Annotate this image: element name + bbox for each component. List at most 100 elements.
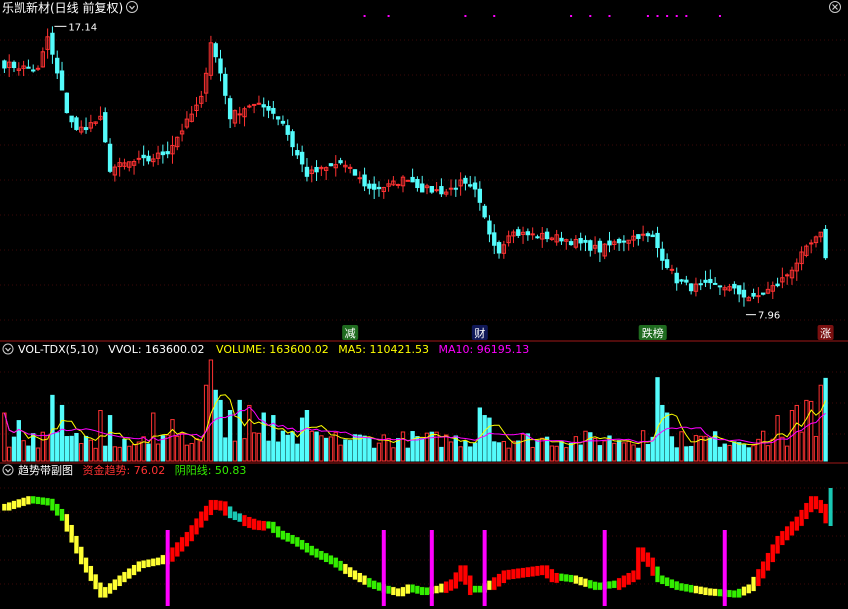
candle-down [107,143,113,172]
trend-bar [385,585,392,595]
trend-bar [261,520,267,531]
trend-bar [698,586,704,595]
volume-bar-up [391,447,396,462]
trend-bar [760,561,766,579]
volume-bar-down [31,433,36,462]
trend-bar [59,508,65,522]
volume-bar-up [179,432,185,462]
volume-bar-up [232,440,238,462]
volume-bar-up [40,431,46,462]
trend-bar [395,587,401,597]
candle-down [213,43,218,58]
trend-bar [93,573,99,590]
trend-bar [126,568,132,580]
volume-bar-down [708,437,713,462]
candle-up [136,157,142,160]
top-marker [608,15,611,17]
trend-bar [73,535,80,554]
candle-down [760,292,766,295]
chevron-down-icon[interactable] [126,1,138,13]
volume-bar-up [612,442,617,462]
candle-down [304,166,310,177]
trend-bar [654,566,661,583]
price-header: 乐凯新材(日线 前复权) [2,0,841,15]
volume-bar-down [227,410,233,462]
volume-bar-down [588,432,593,462]
trend-bar [736,588,742,598]
volume-bar-down [295,443,300,462]
chevron-down-icon[interactable] [2,464,14,476]
top-marker [666,15,669,17]
candle-down [712,282,718,285]
candle-down [487,220,492,235]
volume-bar-up [760,430,766,462]
chevron-down-icon[interactable] [2,343,14,355]
volume-bar-up [194,438,199,462]
top-marker [570,15,573,17]
trend-bars [1,495,829,598]
trend-bar [534,565,541,577]
trend-bar [160,554,166,565]
volume-bar-up [501,440,507,462]
volume-bar-up [784,445,790,462]
trend-bar [145,559,152,568]
volume-bar-down [285,434,290,462]
candle-down [290,131,295,148]
candle-down [367,183,372,189]
volume-bar-up [21,440,26,462]
trend-bar [323,552,329,563]
volume-bar-down [146,443,151,462]
trend-bar [434,585,440,594]
candle-down [645,233,651,237]
volume-bar-down [746,447,751,462]
volume-bar-up [199,440,204,462]
volume-bar-up [338,444,343,462]
candle-down [55,57,60,74]
trend-bar [342,563,348,575]
trend-bar [683,583,689,592]
candle-down [299,151,305,165]
trend-bar [770,544,776,563]
volume-bar-up [203,384,209,462]
trend-bar [688,584,694,593]
top-markers [363,15,721,17]
volume-bar-up [679,431,684,462]
trend-bar [30,495,36,504]
trend-header: 趋势带副图 资金趋势: 76.02 阴阳线: 50.83 [2,463,246,477]
top-marker [718,15,721,17]
price-panel: 减 财 跌榜 涨 17.14 7.96 [2,15,834,340]
trend-bar [486,580,493,591]
volume-bar-up [693,435,699,462]
candle-down [410,176,415,183]
volume-bar-up [165,434,170,462]
volume-bar-down [271,415,276,462]
event-label: 减 [345,327,356,340]
trend-bar [405,584,411,595]
volume-bar-up [520,433,526,462]
trend-bar [808,495,814,513]
trend-bar [294,536,300,548]
candle-up [784,274,790,277]
trend-bar [693,585,699,594]
volume-bar-down [516,440,521,462]
volume-bar-down [59,404,65,462]
trend-panel [1,488,833,606]
trend-bar [822,503,829,524]
trend-bar [458,564,464,582]
trend-bar [746,584,752,594]
close-circle-icon[interactable] [829,1,841,13]
volume-bars [2,359,828,462]
candle-down [568,241,574,246]
trend-bar [371,580,377,590]
candle-down [482,205,487,218]
candle-down [477,188,483,203]
volume-bar-up [775,415,780,462]
volume-bar-down [477,407,483,462]
candle-down [160,151,166,156]
trend-bar [347,566,353,578]
volume-bar-up [434,431,439,462]
volume-bar-down [323,437,329,462]
candle-down [588,240,593,251]
event-label: 涨 [820,327,831,340]
trend-bar [285,532,291,543]
